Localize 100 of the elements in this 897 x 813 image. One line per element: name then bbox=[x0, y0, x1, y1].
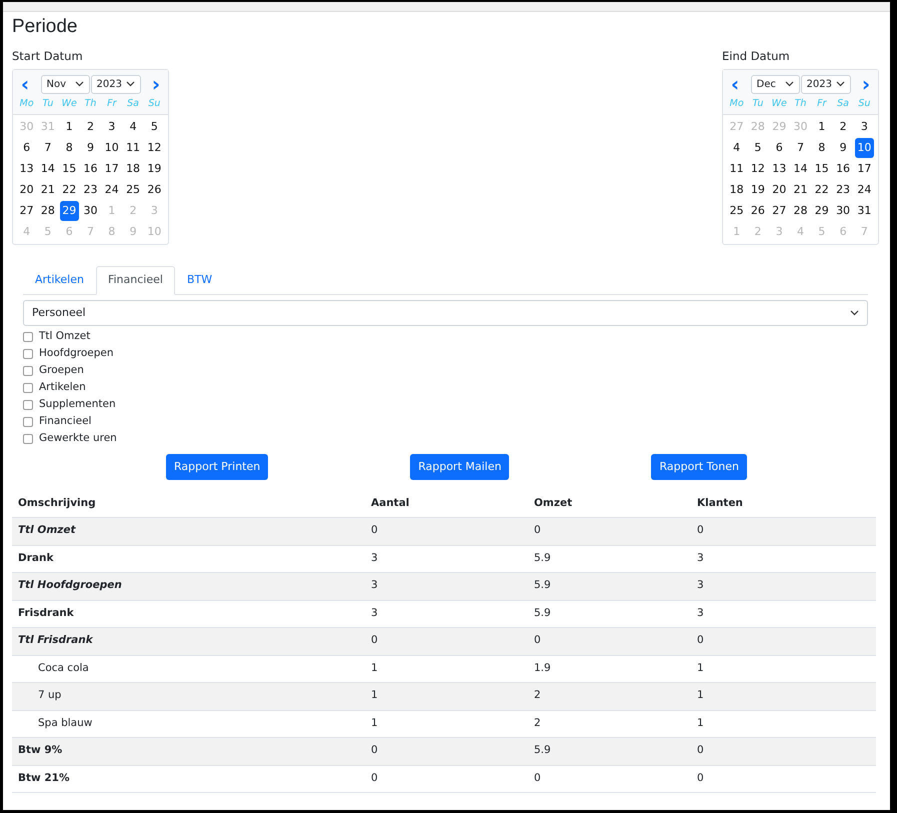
calendar-day[interactable]: 12 bbox=[144, 138, 164, 158]
checkbox-label: Supplementen bbox=[39, 396, 116, 412]
column-header: Omschrijving bbox=[17, 496, 97, 511]
tab[interactable]: Financieel bbox=[96, 266, 175, 295]
checkbox[interactable] bbox=[23, 348, 33, 358]
calendar-day[interactable]: 24 bbox=[102, 180, 122, 200]
calendar-day[interactable]: 18 bbox=[123, 159, 143, 179]
next-month-button[interactable]: › bbox=[150, 74, 162, 94]
calendar-day[interactable]: 30 bbox=[833, 201, 853, 221]
month-select[interactable]: Dec bbox=[750, 74, 800, 94]
calendar-day[interactable]: 17 bbox=[854, 159, 874, 179]
calendar-day[interactable]: 5 bbox=[144, 117, 164, 137]
calendar-day[interactable]: 6 bbox=[17, 138, 36, 158]
calendar-day[interactable]: 11 bbox=[727, 159, 746, 179]
calendar-day[interactable]: 4 bbox=[727, 138, 746, 158]
table-cell-text: 3 bbox=[370, 550, 379, 566]
calendar-day[interactable]: 30 bbox=[80, 201, 100, 221]
calendar-day[interactable]: 21 bbox=[790, 180, 810, 200]
table-cell-text: 5.9 bbox=[533, 550, 552, 566]
calendar-day[interactable]: 20 bbox=[770, 180, 789, 200]
calendar-day[interactable]: 14 bbox=[790, 159, 810, 179]
chevron-down-icon bbox=[784, 81, 794, 87]
tab[interactable]: BTW bbox=[174, 266, 224, 295]
checkbox[interactable] bbox=[23, 332, 33, 342]
calendar-day[interactable]: 26 bbox=[748, 201, 768, 221]
calendar-day[interactable]: 9 bbox=[833, 138, 853, 158]
calendar-day[interactable]: 31 bbox=[854, 201, 874, 221]
table-cell-text: 0 bbox=[696, 743, 705, 758]
calendar-day[interactable]: 6 bbox=[770, 138, 789, 158]
calendar-day[interactable]: 5 bbox=[748, 138, 768, 158]
calendar-day[interactable]: 19 bbox=[144, 159, 164, 179]
calendar-day[interactable]: 4 bbox=[123, 117, 143, 137]
report-button[interactable]: Rapport Printen bbox=[166, 454, 268, 480]
calendar-day[interactable]: 23 bbox=[833, 180, 853, 200]
previous-month-button[interactable]: ‹ bbox=[729, 74, 741, 94]
calendar-day[interactable]: 28 bbox=[38, 201, 58, 221]
table-cell-text: 3 bbox=[696, 550, 705, 566]
calendar-day[interactable]: 3 bbox=[102, 117, 122, 137]
calendar-day[interactable]: 23 bbox=[80, 180, 100, 200]
calendar-day[interactable]: 27 bbox=[770, 201, 789, 221]
calendar-day[interactable]: 24 bbox=[854, 180, 874, 200]
table-cell-text: 0 bbox=[533, 770, 542, 786]
calendar-day[interactable]: 13 bbox=[17, 159, 36, 179]
month-select[interactable]: Nov bbox=[40, 74, 90, 94]
calendar-day[interactable]: 25 bbox=[123, 180, 143, 200]
calendar-day[interactable]: 27 bbox=[17, 201, 36, 221]
checkbox[interactable] bbox=[23, 382, 33, 392]
calendar-day[interactable]: 1 bbox=[812, 117, 832, 137]
calendar-day[interactable]: 12 bbox=[748, 159, 768, 179]
calendar-day[interactable]: 13 bbox=[770, 159, 789, 179]
calendar-day[interactable]: 26 bbox=[144, 180, 164, 200]
calendar-day[interactable]: 2 bbox=[833, 117, 853, 137]
calendar-day[interactable]: 20 bbox=[17, 180, 36, 200]
calendar-day[interactable]: 15 bbox=[60, 159, 79, 179]
calendar-day[interactable]: 16 bbox=[80, 159, 100, 179]
calendar-day[interactable]: 2 bbox=[80, 117, 100, 137]
checkbox-label: Groepen bbox=[39, 362, 84, 378]
weekday-label: Mo bbox=[18, 97, 35, 111]
calendar-day[interactable]: 28 bbox=[790, 201, 810, 221]
calendar-day[interactable]: 10 bbox=[102, 138, 122, 158]
weekday-label: Th bbox=[794, 97, 808, 111]
calendar-day[interactable]: 10 bbox=[854, 138, 874, 158]
calendar-day[interactable]: 9 bbox=[80, 138, 100, 158]
table-cell-text: Drank bbox=[17, 550, 54, 566]
year-select[interactable]: 2023 bbox=[90, 74, 140, 94]
calendar-day[interactable]: 29 bbox=[812, 201, 832, 221]
calendar-day[interactable]: 15 bbox=[812, 159, 832, 179]
table-cell-text: 3 bbox=[370, 578, 379, 594]
table-cell-text: 1 bbox=[370, 660, 379, 676]
checkbox[interactable] bbox=[23, 416, 33, 426]
calendar-day[interactable]: 22 bbox=[812, 180, 832, 200]
report-button[interactable]: Rapport Mailen bbox=[410, 454, 510, 480]
table-cell-text: 0 bbox=[696, 633, 705, 648]
calendar-day[interactable]: 17 bbox=[102, 159, 122, 179]
calendar-day[interactable]: 7 bbox=[38, 138, 58, 158]
calendar-day[interactable]: 1 bbox=[60, 117, 79, 137]
report-button[interactable]: Rapport Tonen bbox=[651, 454, 747, 480]
calendar-day[interactable]: 14 bbox=[38, 159, 58, 179]
checkbox[interactable] bbox=[23, 434, 33, 444]
checkbox[interactable] bbox=[23, 400, 33, 410]
tab[interactable]: Artikelen bbox=[23, 266, 96, 295]
field-label: Eind Datum bbox=[722, 49, 791, 63]
calendar-day[interactable]: 11 bbox=[123, 138, 143, 158]
calendar-day[interactable]: 8 bbox=[812, 138, 832, 158]
calendar-day[interactable]: 3 bbox=[854, 117, 874, 137]
year-select[interactable]: 2023 bbox=[800, 74, 850, 94]
calendar-day[interactable]: 22 bbox=[60, 180, 79, 200]
category-select[interactable]: Personeel bbox=[23, 300, 868, 326]
previous-month-button[interactable]: ‹ bbox=[19, 74, 31, 94]
calendar-day[interactable]: 19 bbox=[748, 180, 768, 200]
calendar-day[interactable]: 7 bbox=[790, 138, 810, 158]
calendar-day[interactable]: 18 bbox=[727, 180, 746, 200]
calendar-day[interactable]: 21 bbox=[38, 180, 58, 200]
calendar-day[interactable]: 8 bbox=[60, 138, 79, 158]
calendar-day[interactable]: 16 bbox=[833, 159, 853, 179]
calendar-day[interactable]: 25 bbox=[727, 201, 746, 221]
calendar-day[interactable]: 29 bbox=[60, 201, 79, 221]
next-month-button[interactable]: › bbox=[860, 74, 872, 94]
checkbox[interactable] bbox=[23, 366, 33, 376]
weekday-label: Tu bbox=[751, 97, 764, 111]
